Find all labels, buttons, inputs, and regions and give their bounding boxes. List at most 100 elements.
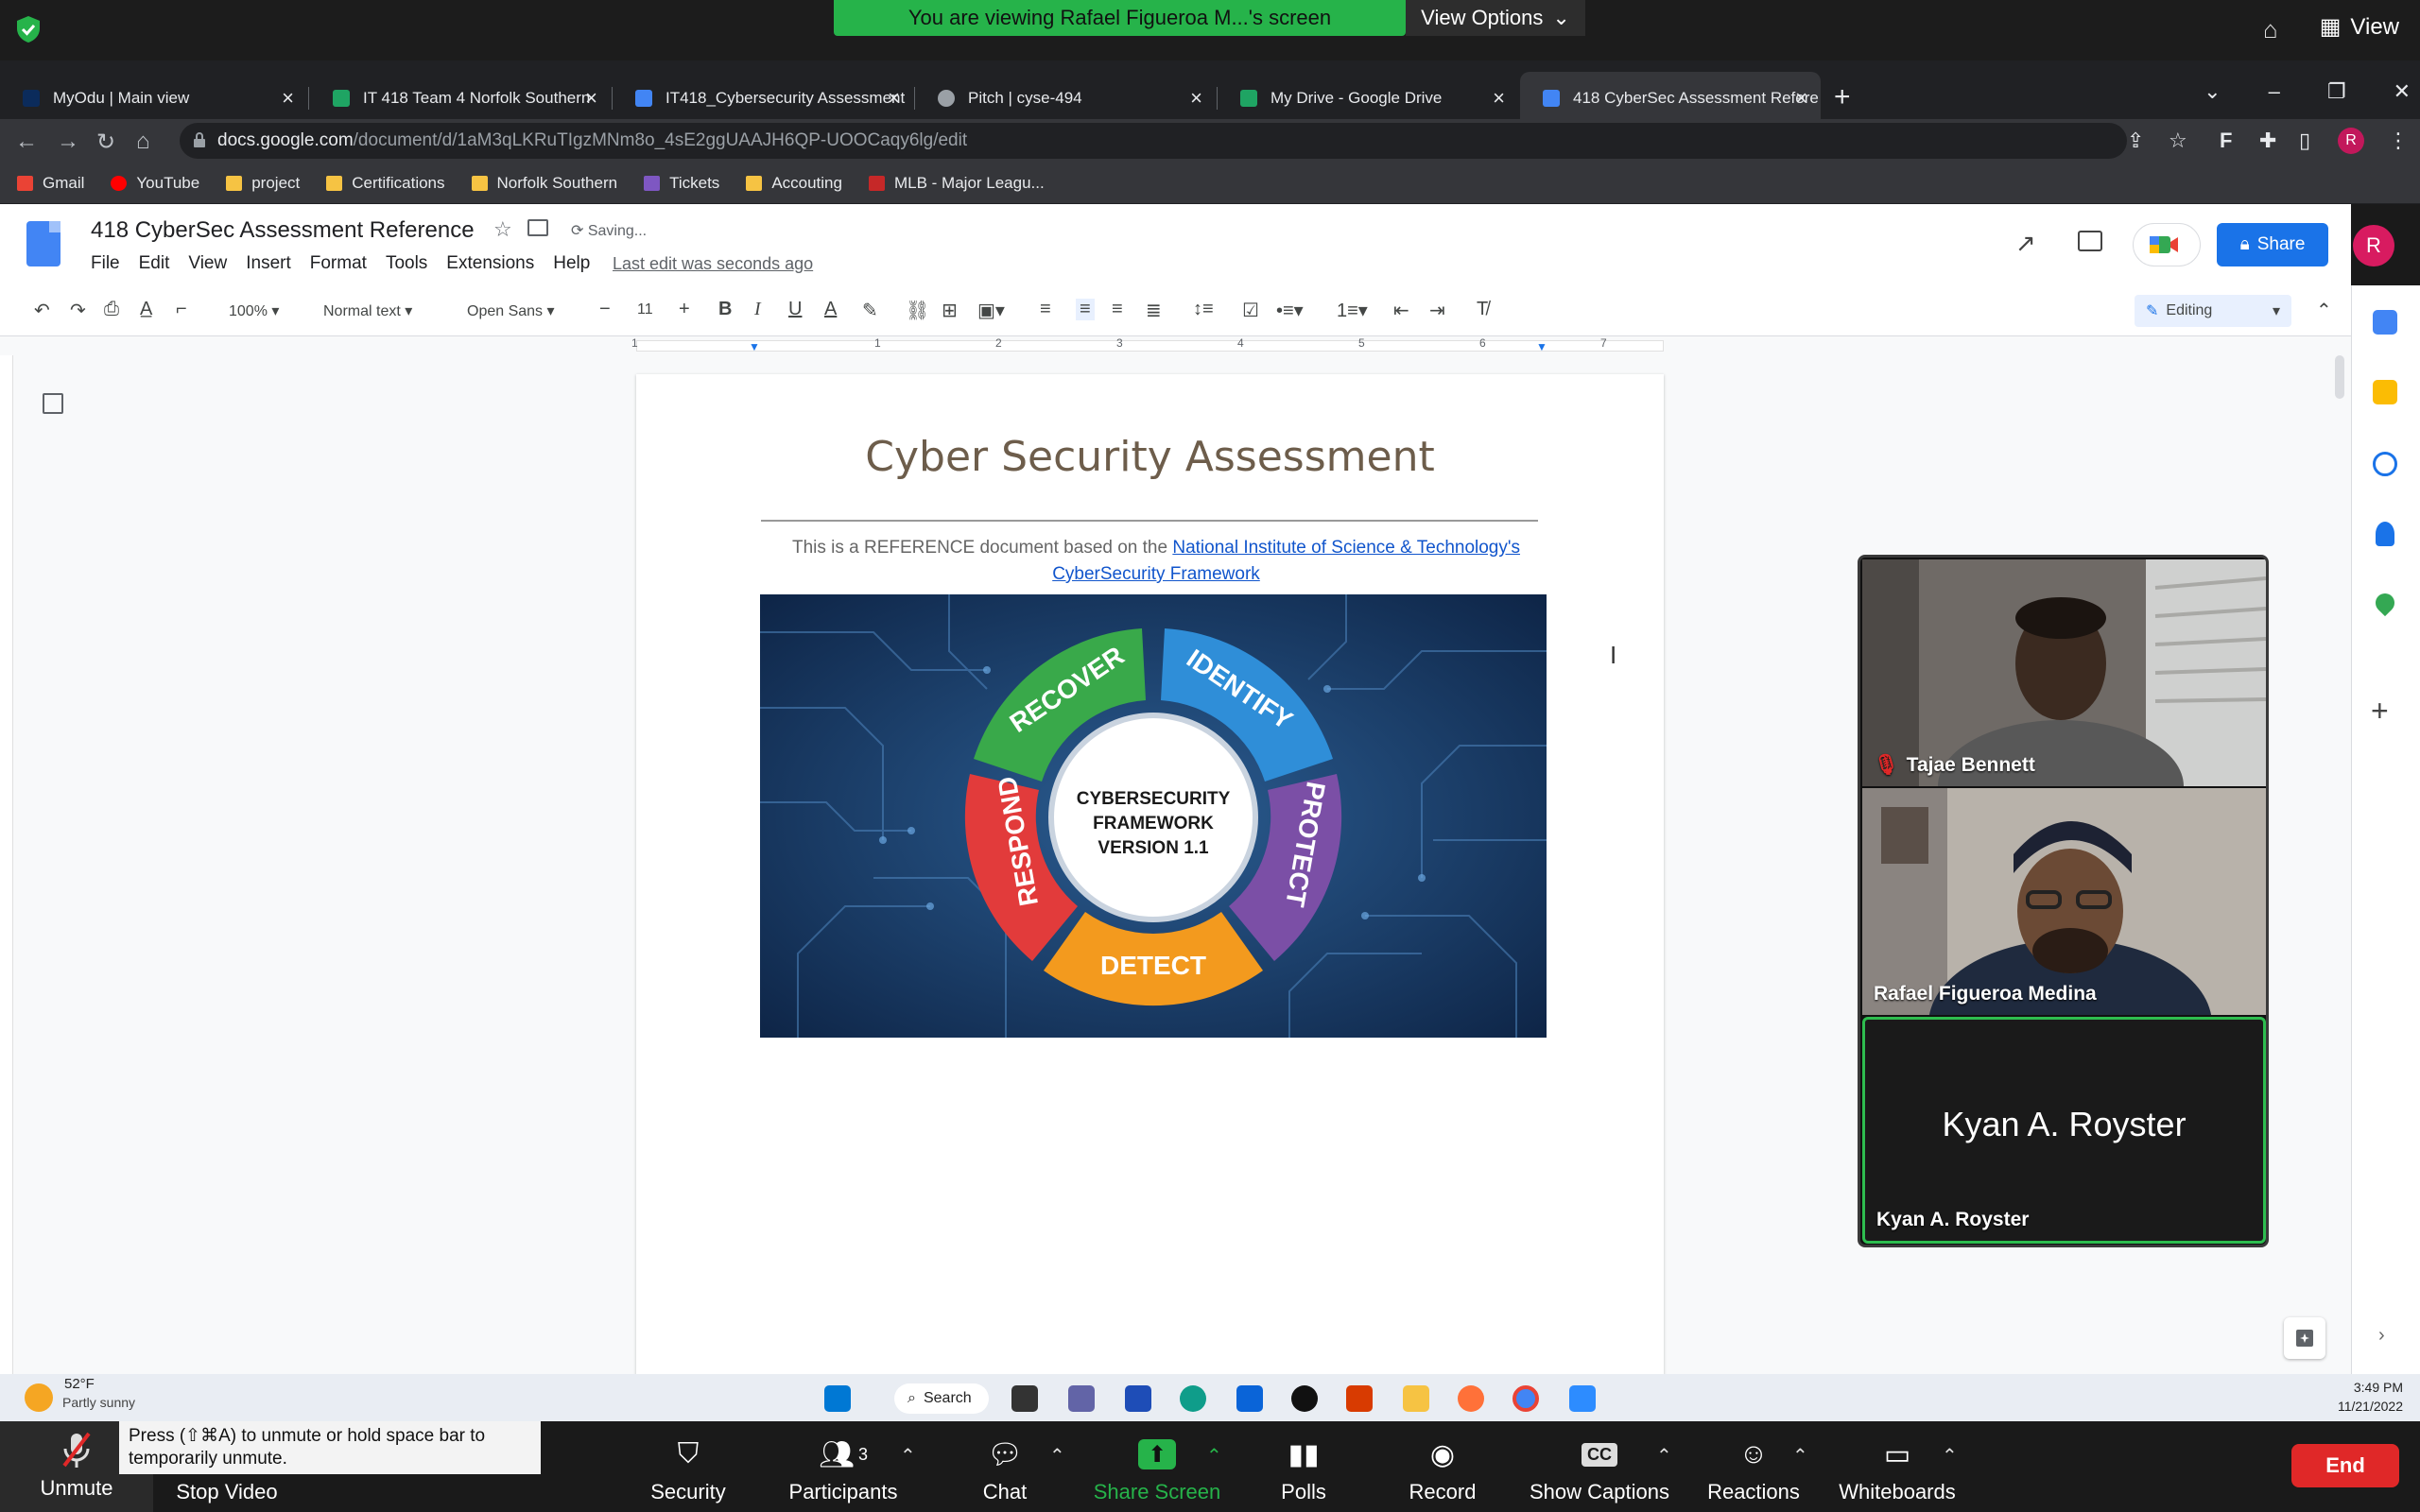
framework-link[interactable]: CyberSecurity Framework xyxy=(1052,564,1260,584)
horizontal-ruler[interactable]: 1 1 2 3 4 5 6 7 ▼ ▼ xyxy=(0,336,2351,353)
polls-button[interactable]: ▮▮ Polls xyxy=(1272,1436,1335,1504)
bookmark-youtube[interactable]: YouTube xyxy=(111,174,199,193)
chat-button[interactable]: 💬︎ Chat xyxy=(974,1436,1036,1504)
share-caret-icon[interactable]: ⌃ xyxy=(1206,1444,1222,1468)
menu-view[interactable]: View xyxy=(188,253,227,274)
explore-button[interactable] xyxy=(2284,1317,2325,1359)
maps-icon[interactable] xyxy=(2371,589,2399,617)
taskbar-clock[interactable]: 3:49 PM 11/21/2022 xyxy=(2338,1378,2403,1416)
share-page-icon[interactable]: ⇪ xyxy=(2127,129,2144,153)
task-view-icon[interactable] xyxy=(1011,1385,1038,1412)
menu-format[interactable]: Format xyxy=(310,253,367,274)
office-icon[interactable] xyxy=(1346,1385,1373,1412)
document-heading[interactable]: Cyber Security Assessment xyxy=(636,433,1664,481)
add-comment-icon[interactable]: ⊞ xyxy=(942,299,958,322)
browser-tab[interactable]: My Drive - Google Drive × xyxy=(1218,72,1518,125)
menu-file[interactable]: File xyxy=(91,253,120,274)
record-button[interactable]: ◉ Record xyxy=(1405,1436,1480,1504)
decrease-font-size-icon[interactable]: − xyxy=(599,299,611,320)
editing-mode-select[interactable]: ✎ Editing ▾ xyxy=(2135,295,2291,327)
align-right-icon[interactable]: ≡ xyxy=(1112,299,1123,320)
checklist-icon[interactable]: ☑ xyxy=(1242,299,1259,322)
chrome-profile-avatar[interactable]: R xyxy=(2338,128,2364,154)
browser-tab[interactable]: Pitch | cyse-494 × xyxy=(915,72,1216,125)
tasks-icon[interactable] xyxy=(2373,452,2397,476)
align-left-icon[interactable]: ≡ xyxy=(1040,299,1051,320)
video-tile-active-speaker[interactable]: Kyan A. Royster Kyan A. Royster xyxy=(1862,1017,2266,1244)
back-icon[interactable]: ← xyxy=(15,129,38,155)
close-tab-icon[interactable]: × xyxy=(585,86,597,111)
new-tab-icon[interactable]: + xyxy=(1834,81,1851,113)
bookmark-tickets[interactable]: Tickets xyxy=(644,174,719,193)
chat-caret-icon[interactable]: ⌃ xyxy=(1049,1444,1065,1468)
security-button[interactable]: ⛉ Security xyxy=(643,1436,734,1504)
close-tab-icon[interactable]: × xyxy=(1190,86,1202,111)
restore-icon[interactable]: ❐ xyxy=(2327,79,2346,104)
zoom-icon[interactable] xyxy=(1569,1385,1596,1412)
share-button[interactable]: 🔒︎ Share xyxy=(2217,223,2328,266)
video-tile[interactable]: 🎙︎ Tajae Bennett xyxy=(1862,559,2266,786)
comments-icon[interactable] xyxy=(2078,231,2102,251)
align-center-icon[interactable]: ≡ xyxy=(1076,299,1095,320)
contacts-icon[interactable] xyxy=(2376,522,2394,546)
browser-tab-active[interactable]: 418 CyberSec Assessment Refere × xyxy=(1520,72,1821,125)
move-folder-icon[interactable] xyxy=(527,219,548,236)
side-panel-icon[interactable]: ▯ xyxy=(2299,129,2310,153)
bookmark-mlb[interactable]: MLB - Major Leagu... xyxy=(868,174,1045,193)
bookmark-folder-accouting[interactable]: Accouting xyxy=(746,174,842,193)
windows-start-icon[interactable] xyxy=(824,1385,851,1412)
menu-help[interactable]: Help xyxy=(553,253,590,274)
menu-edit[interactable]: Edit xyxy=(139,253,170,274)
reactions-caret-icon[interactable]: ⌃ xyxy=(1792,1444,1808,1468)
document-outline-icon[interactable] xyxy=(43,393,63,414)
participants-button[interactable]: 👥︎ 3 Participants xyxy=(781,1436,906,1504)
spellcheck-icon[interactable]: A̲ xyxy=(140,299,152,320)
close-tab-icon[interactable]: × xyxy=(888,86,900,111)
show-captions-button[interactable]: CC Show Captions xyxy=(1528,1436,1671,1504)
font-size-input[interactable]: 11 xyxy=(637,301,653,318)
zoom-select[interactable]: 100% ▾ xyxy=(229,301,279,320)
teams-chat-icon[interactable] xyxy=(1068,1385,1095,1412)
google-docs-logo-icon[interactable] xyxy=(26,221,60,266)
right-indent-marker-icon[interactable]: ▼ xyxy=(1536,340,1547,353)
browser-tab[interactable]: IT418_Cybersecurity Assessment × xyxy=(613,72,913,125)
text-color-icon[interactable]: A xyxy=(824,299,837,320)
activity-trend-icon[interactable]: ↗ xyxy=(2015,229,2036,258)
view-button[interactable]: ▦ View xyxy=(2320,13,2399,41)
taskbar-search[interactable]: ⌕ Search xyxy=(894,1383,989,1414)
bookmark-folder-certifications[interactable]: Certifications xyxy=(326,174,445,193)
minimize-icon[interactable]: – xyxy=(2269,79,2280,104)
calendar-icon[interactable] xyxy=(2373,310,2397,335)
firefox-icon[interactable] xyxy=(1458,1385,1484,1412)
print-icon[interactable]: ⎙ xyxy=(104,299,119,320)
paragraph-style-select[interactable]: Normal text ▾ xyxy=(323,301,412,320)
weather-sun-icon[interactable] xyxy=(25,1383,53,1412)
bulleted-list-icon[interactable]: •≡▾ xyxy=(1276,299,1304,322)
bold-icon[interactable]: B xyxy=(718,299,732,320)
increase-font-size-icon[interactable]: + xyxy=(679,299,690,320)
bookmark-folder-project[interactable]: project xyxy=(226,174,300,193)
chrome-menu-icon[interactable]: ⋮ xyxy=(2388,129,2409,153)
zoom-video-gallery[interactable]: 🎙︎ Tajae Bennett Rafael Figueroa Medina … xyxy=(1858,555,2269,1247)
browser-tab[interactable]: MyOdu | Main view × xyxy=(0,72,307,125)
insert-link-icon[interactable]: ⛓ xyxy=(906,299,929,322)
meet-button[interactable] xyxy=(2133,223,2201,266)
underline-icon[interactable]: U xyxy=(788,299,802,320)
italic-icon[interactable]: I xyxy=(754,299,761,320)
nist-link[interactable]: National Institute of Science & Technolo… xyxy=(1172,538,1520,558)
menu-extensions[interactable]: Extensions xyxy=(446,253,534,274)
menu-insert[interactable]: Insert xyxy=(246,253,291,274)
close-tab-icon[interactable]: × xyxy=(282,86,294,111)
mail-icon[interactable] xyxy=(1236,1385,1263,1412)
forward-icon[interactable]: → xyxy=(57,129,79,155)
hide-menus-icon[interactable]: ⌃ xyxy=(2316,299,2332,322)
stop-video-button[interactable]: Stop Video xyxy=(163,1480,291,1504)
clear-formatting-icon[interactable]: T̸ xyxy=(1477,299,1488,320)
last-edit-link[interactable]: Last edit was seconds ago xyxy=(613,254,813,274)
nist-framework-image[interactable]: CYBERSECURITY FRAMEWORK VERSION 1.1 IDEN… xyxy=(760,594,1547,1038)
vertical-ruler[interactable] xyxy=(0,355,13,1374)
end-meeting-button[interactable]: End xyxy=(2291,1444,2399,1487)
bookmark-folder-norfolk[interactable]: Norfolk Southern xyxy=(471,174,617,193)
alienware-icon[interactable] xyxy=(1291,1385,1318,1412)
close-tab-icon[interactable]: × xyxy=(1493,86,1505,111)
